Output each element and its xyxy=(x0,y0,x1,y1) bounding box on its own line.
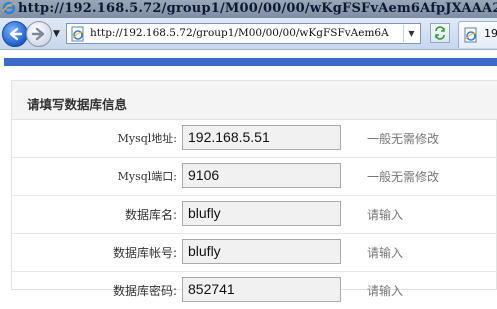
tab-page-icon xyxy=(464,27,477,43)
page-header-band xyxy=(4,58,497,66)
db-name-input[interactable]: blufly xyxy=(182,201,341,226)
field-label: Mysql地址: xyxy=(117,132,177,145)
form-row-db-name: 数据库名: blufly 请输入 xyxy=(12,195,497,234)
address-dropdown-icon[interactable]: ▼ xyxy=(403,25,419,42)
section-title: 请填写数据库信息 xyxy=(27,97,128,112)
browser-toolbar: ▼ http://192.168.5.72/group1/M00/00/00/w… xyxy=(0,18,497,50)
db-password-input[interactable]: 852741 xyxy=(182,277,341,302)
form-row-db-user: 数据库帐号: blufly 请输入 xyxy=(12,233,497,272)
db-user-input[interactable]: blufly xyxy=(182,239,341,264)
address-url[interactable]: http://192.168.5.72/group1/M00/00/00/wKg… xyxy=(90,27,400,39)
mysql-host-input[interactable]: 192.168.5.51 xyxy=(182,125,341,150)
browser-tab[interactable]: 19 xyxy=(458,21,497,48)
field-hint: 请输入 xyxy=(367,246,404,260)
field-label: 数据库密码: xyxy=(112,284,177,298)
address-bar[interactable]: http://192.168.5.72/group1/M00/00/00/wKg… xyxy=(66,23,421,44)
form-row-db-password: 数据库密码: 852741 请输入 xyxy=(12,271,497,309)
form-row-mysql-port: Mysql端口: 9106 一般无需修改 xyxy=(12,157,497,196)
back-button[interactable] xyxy=(2,21,28,47)
ie-logo-icon xyxy=(2,1,16,15)
field-hint: 请输入 xyxy=(367,284,404,298)
refresh-icon xyxy=(435,26,445,40)
field-hint: 请输入 xyxy=(367,208,404,222)
form-panel-header: 请填写数据库信息 xyxy=(12,81,497,120)
tab-label: 19 xyxy=(484,27,497,40)
mysql-port-input[interactable]: 9106 xyxy=(182,163,341,188)
field-hint: 一般无需修改 xyxy=(367,170,440,184)
forward-button[interactable] xyxy=(26,21,52,47)
field-label: 数据库帐号: xyxy=(112,246,177,260)
window-title-bar: http://192.168.5.72/group1/M00/00/00/wKg… xyxy=(0,0,497,18)
history-dropdown-icon[interactable]: ▼ xyxy=(53,29,60,39)
window-title: http://192.168.5.72/group1/M00/00/00/wKg… xyxy=(18,1,497,16)
forward-arrow-icon xyxy=(31,27,45,41)
field-hint: 一般无需修改 xyxy=(367,132,440,146)
field-label: 数据库名: xyxy=(124,208,177,222)
refresh-button[interactable] xyxy=(430,23,450,43)
field-label: Mysql端口: xyxy=(117,170,177,183)
form-row-mysql-host: Mysql地址: 192.168.5.51 一般无需修改 xyxy=(12,119,497,158)
back-arrow-icon xyxy=(9,27,23,41)
page-icon xyxy=(71,26,84,42)
